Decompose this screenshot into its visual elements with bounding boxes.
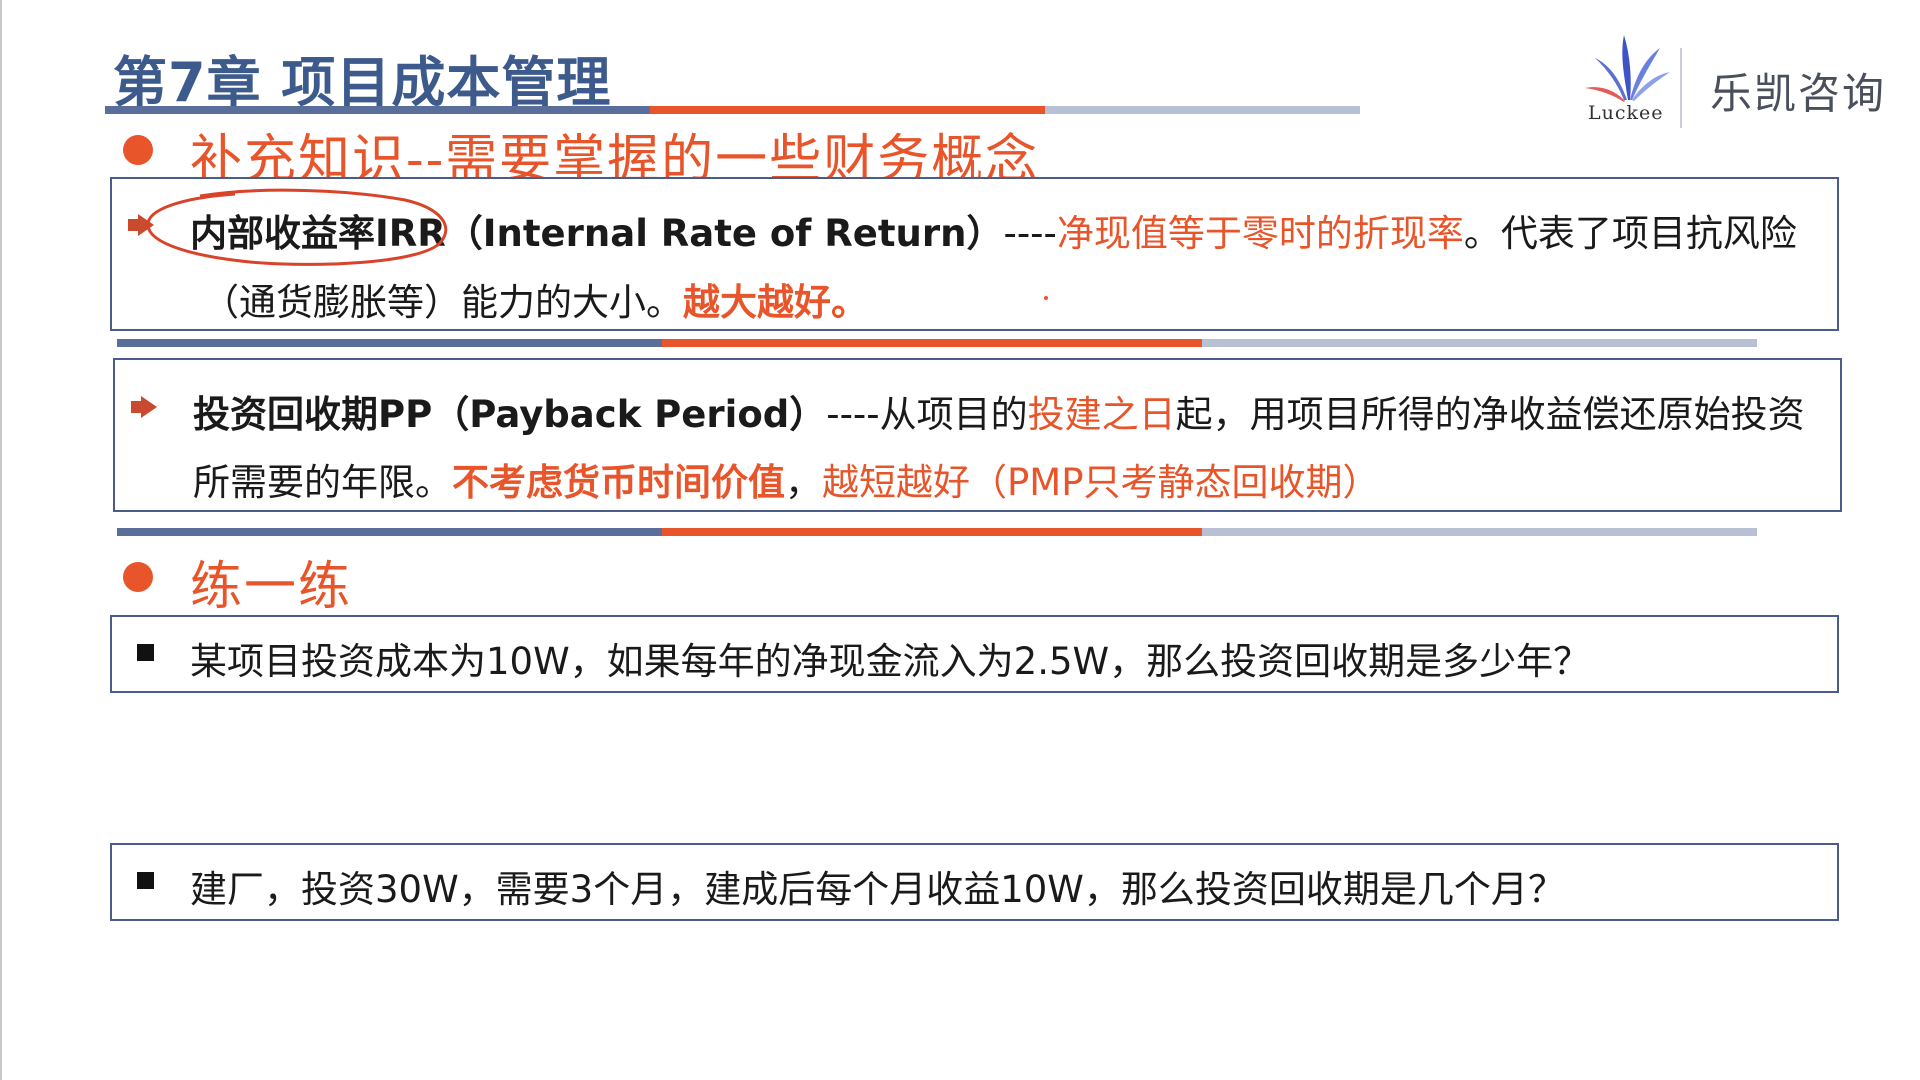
- section-divider-2: [117, 528, 1757, 536]
- pp-card: 投资回收期PP（Payback Period）----从项目的投建之日起，用项目…: [113, 358, 1842, 512]
- pp-text-a: 从项目的: [879, 393, 1028, 436]
- section-divider-1: [117, 339, 1757, 347]
- pp-dashes: ----: [826, 393, 880, 436]
- orange-dot-icon: [123, 135, 153, 165]
- irr-rest: 。代表了项目抗风险: [1463, 212, 1797, 255]
- header-divider: [1680, 48, 1682, 128]
- pp-line2-a: 所需要的年限。: [193, 461, 452, 504]
- brand-name: 乐凯咨询: [1710, 69, 1887, 118]
- pp-line2-b: 不考虑货币时间价值: [452, 461, 785, 504]
- irr-definition: 净现值等于零时的折现率: [1056, 212, 1464, 255]
- question-1-text: 某项目投资成本为10W，如果每年的净现金流入为2.5W，那么投资回收期是多少年？: [190, 640, 1591, 683]
- pp-text-b: 起，用项目所得的净收益偿还原始投资: [1175, 393, 1805, 436]
- irr-line-2: （通货膨胀等）能力的大小。越大越好。: [202, 272, 868, 326]
- logo-wordmark: Luckee: [1588, 102, 1664, 124]
- question-1-card: 某项目投资成本为10W，如果每年的净现金流入为2.5W，那么投资回收期是多少年？: [110, 615, 1839, 693]
- slide-left-edge: [0, 0, 2, 1080]
- arrow-bullet-icon: [131, 396, 157, 418]
- black-square-icon: [137, 644, 154, 661]
- pp-line-1: 投资回收期PP（Payback Period）----从项目的投建之日起，用项目…: [193, 384, 1805, 438]
- section-title-practice: 练一练: [190, 557, 353, 617]
- irr-dashes: ----: [1003, 212, 1057, 255]
- black-square-icon: [137, 872, 154, 889]
- brand-logo: Luckee: [1570, 30, 1685, 125]
- hand-drawn-circle-mark: [146, 188, 448, 266]
- irr-line2-text: （通货膨胀等）能力的大小。: [202, 281, 683, 324]
- pp-line2-d: 越短越好（PMP只考静态回收期）: [822, 461, 1380, 504]
- pp-line-2: 所需要的年限。不考虑货币时间价值，越短越好（PMP只考静态回收期）: [193, 452, 1380, 506]
- pp-line2-c: ，: [785, 461, 822, 504]
- question-2-text: 建厂，投资30W，需要3个月，建成后每个月收益10W，那么投资回收期是几个月？: [190, 868, 1565, 911]
- stray-mark: [1044, 296, 1048, 300]
- pp-term: 投资回收期PP（Payback Period）: [193, 393, 827, 436]
- question-2-card: 建厂，投资30W，需要3个月，建成后每个月收益10W，那么投资回收期是几个月？: [110, 843, 1839, 921]
- pp-highlight: 投建之日: [1027, 393, 1176, 436]
- irr-emphasis: 越大越好。: [683, 281, 868, 324]
- title-underline: [105, 106, 1360, 114]
- fan-logo-icon: [1585, 35, 1670, 102]
- orange-dot-icon: [123, 562, 153, 592]
